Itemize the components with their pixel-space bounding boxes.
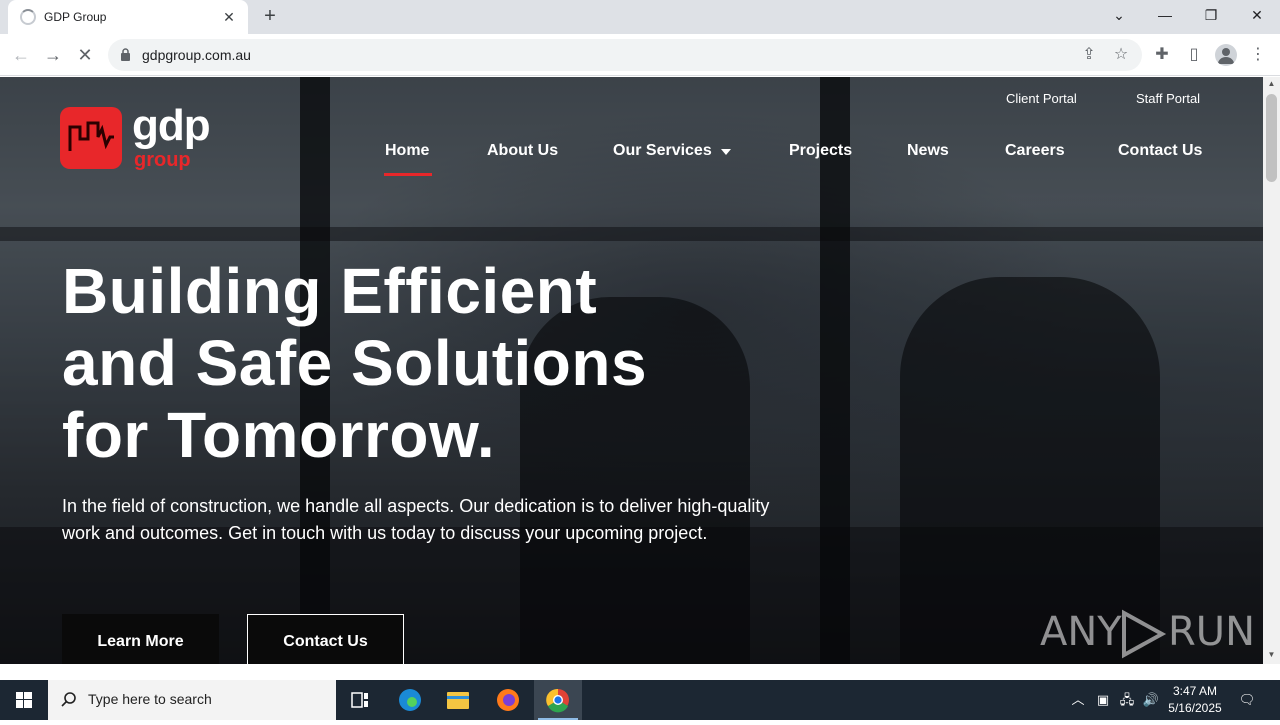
- hero-title-line: for Tomorrow.: [62, 399, 496, 471]
- share-icon[interactable]: ⇪: [1080, 46, 1098, 64]
- scroll-down-icon[interactable]: ▼: [1263, 650, 1280, 662]
- tab-bar: GDP Group ✕ + ⌄ — ❐ ✕: [0, 0, 1280, 34]
- forward-button[interactable]: →: [40, 42, 66, 68]
- firefox-icon[interactable]: [484, 680, 532, 720]
- search-placeholder: Type here to search: [88, 691, 212, 707]
- browser-toolbar: ← → ✕ gdpgroup.com.au ⇪ ☆ ✚ ▯ ⋮: [0, 34, 1280, 76]
- scroll-up-icon[interactable]: ▲: [1263, 79, 1280, 91]
- task-view-icon[interactable]: [336, 680, 384, 720]
- page-viewport: gdp group Client Portal Staff Portal Hom…: [0, 77, 1263, 664]
- anyrun-watermark: ANY RUN: [1040, 609, 1255, 659]
- notification-icon[interactable]: 🗨: [1238, 690, 1256, 710]
- gdp-logo[interactable]: gdp group: [60, 101, 220, 177]
- system-clock[interactable]: 3:47 AM 5/16/2025: [1160, 683, 1230, 717]
- profile-icon[interactable]: [1215, 44, 1237, 66]
- nav-news[interactable]: News: [907, 142, 949, 160]
- stop-loading-button[interactable]: ✕: [72, 42, 98, 68]
- browser-tab[interactable]: GDP Group ✕: [8, 0, 248, 34]
- client-portal-link[interactable]: Client Portal: [1006, 91, 1077, 106]
- watermark-text: ANY: [1040, 609, 1122, 655]
- tab-search-button[interactable]: ⌄: [1096, 0, 1142, 34]
- tab-title: GDP Group: [44, 10, 107, 24]
- volume-icon[interactable]: 🔊: [1142, 690, 1160, 710]
- taskbar-search[interactable]: Type here to search: [48, 680, 336, 720]
- hero-title-line: and Safe Solutions: [62, 327, 648, 399]
- new-tab-button[interactable]: +: [258, 5, 282, 29]
- scroll-thumb[interactable]: [1266, 94, 1277, 182]
- hero-description: In the field of construction, we handle …: [62, 496, 770, 543]
- contact-us-button[interactable]: Contact Us: [247, 614, 404, 664]
- close-window-button[interactable]: ✕: [1234, 0, 1280, 34]
- tray-chevron-up-icon[interactable]: ︿: [1069, 690, 1087, 710]
- chrome-icon[interactable]: [534, 680, 582, 720]
- windows-logo-icon: [16, 692, 32, 708]
- logo-mark: [60, 107, 122, 169]
- star-icon[interactable]: ☆: [1112, 46, 1130, 64]
- start-button[interactable]: [0, 680, 48, 720]
- nav-home[interactable]: Home: [385, 142, 429, 160]
- hero-title: Building Efficient and Safe Solutions fo…: [62, 255, 782, 471]
- file-explorer-icon[interactable]: [434, 680, 482, 720]
- lock-icon: [121, 48, 130, 61]
- extensions-icon[interactable]: ✚: [1151, 44, 1173, 66]
- network-icon[interactable]: 🖧: [1118, 690, 1136, 710]
- watermark-text: RUN: [1168, 609, 1255, 655]
- learn-more-button[interactable]: Learn More: [62, 614, 219, 664]
- logo-text: gdp: [132, 101, 211, 150]
- play-icon: [1122, 609, 1167, 659]
- page-scrollbar[interactable]: ▲ ▼: [1263, 77, 1280, 664]
- url-text: gdpgroup.com.au: [142, 47, 251, 63]
- tab-close-icon[interactable]: ✕: [220, 8, 238, 26]
- logo-subtext: group: [134, 149, 191, 171]
- meet-now-icon[interactable]: ▣: [1094, 690, 1112, 710]
- chevron-down-icon[interactable]: [721, 149, 731, 155]
- side-panel-icon[interactable]: ▯: [1183, 44, 1205, 66]
- edge-icon[interactable]: [386, 680, 434, 720]
- search-icon: [61, 692, 76, 707]
- loading-spinner-icon: [20, 9, 36, 25]
- nav-contact-us[interactable]: Contact Us: [1118, 142, 1202, 160]
- address-bar[interactable]: gdpgroup.com.au ⇪ ☆: [108, 39, 1142, 71]
- menu-icon[interactable]: ⋮: [1247, 44, 1269, 66]
- minimize-button[interactable]: —: [1142, 0, 1188, 34]
- nav-our-services[interactable]: Our Services: [613, 142, 712, 160]
- nav-about-us[interactable]: About Us: [487, 142, 558, 160]
- restore-button[interactable]: ❐: [1188, 0, 1234, 34]
- hero-title-line: Building Efficient: [62, 255, 598, 327]
- windows-taskbar: Type here to search ︿ ▣ 🖧 🔊 3:47 AM 5/16…: [0, 680, 1280, 720]
- nav-active-indicator: [384, 173, 432, 176]
- clock-date: 5/16/2025: [1168, 701, 1222, 715]
- nav-projects[interactable]: Projects: [789, 142, 852, 160]
- back-button[interactable]: ←: [8, 42, 34, 68]
- staff-portal-link[interactable]: Staff Portal: [1136, 91, 1200, 106]
- clock-time: 3:47 AM: [1172, 684, 1218, 698]
- nav-careers[interactable]: Careers: [1005, 142, 1065, 160]
